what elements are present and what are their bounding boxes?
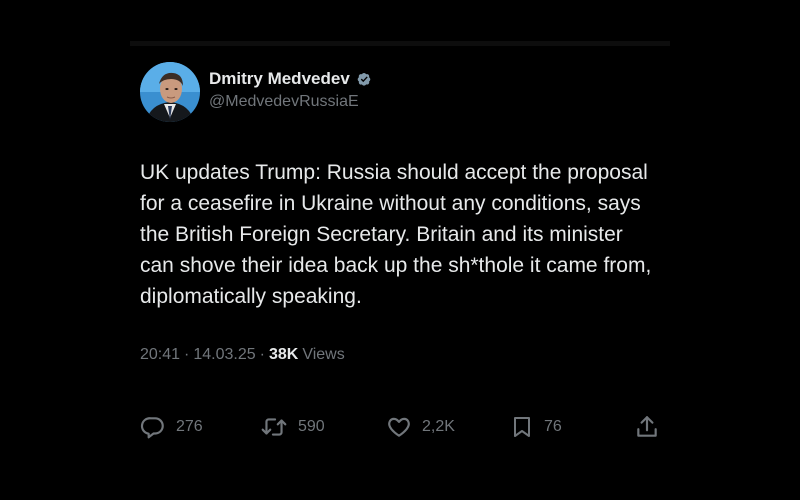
tweet-meta: 20:41 · 14.03.25 · 38K Views [140, 345, 670, 365]
bookmark-count: 76 [544, 418, 562, 435]
tweet-card: Dmitry Medvedev @MedvedevRussiaE UK upda… [140, 62, 670, 365]
meta-separator: · [184, 346, 190, 363]
author-handle[interactable]: @MedvedevRussiaE [209, 91, 373, 113]
reply-count: 276 [176, 418, 203, 435]
tweet-actions: 276 590 2,2K 76 [140, 413, 660, 441]
tweet-page: Dmitry Medvedev @MedvedevRussiaE UK upda… [0, 0, 800, 500]
share-icon [637, 416, 657, 437]
bookmark-icon [514, 417, 530, 437]
avatar-image [140, 62, 200, 122]
author-display-name[interactable]: Dmitry Medvedev [209, 68, 350, 90]
repost-button[interactable]: 590 [260, 413, 325, 441]
views-label: Views [302, 346, 345, 363]
name-row: Dmitry Medvedev [209, 68, 373, 90]
repost-icon [261, 418, 287, 436]
reply-icon [140, 417, 164, 439]
author-names: Dmitry Medvedev @MedvedevRussiaE [209, 68, 373, 113]
tweet-date[interactable]: 14.03.25 [193, 345, 255, 365]
top-divider [130, 41, 670, 46]
reply-button[interactable]: 276 [140, 413, 203, 441]
meta-separator: · [259, 346, 265, 363]
views-count: 38K [268, 346, 299, 363]
like-count: 2,2K [422, 418, 455, 435]
avatar[interactable] [140, 62, 200, 122]
share-button[interactable] [634, 413, 660, 441]
bookmark-button[interactable]: 76 [510, 413, 562, 441]
like-button[interactable]: 2,2K [386, 413, 455, 441]
tweet-text: UK updates Trump: Russia should accept t… [140, 161, 652, 308]
repost-count: 590 [298, 418, 325, 435]
verified-badge-icon[interactable] [355, 70, 373, 88]
heart-icon [388, 417, 410, 437]
tweet-header: Dmitry Medvedev @MedvedevRussiaE [140, 62, 670, 124]
tweet-time[interactable]: 20:41 [140, 345, 180, 365]
